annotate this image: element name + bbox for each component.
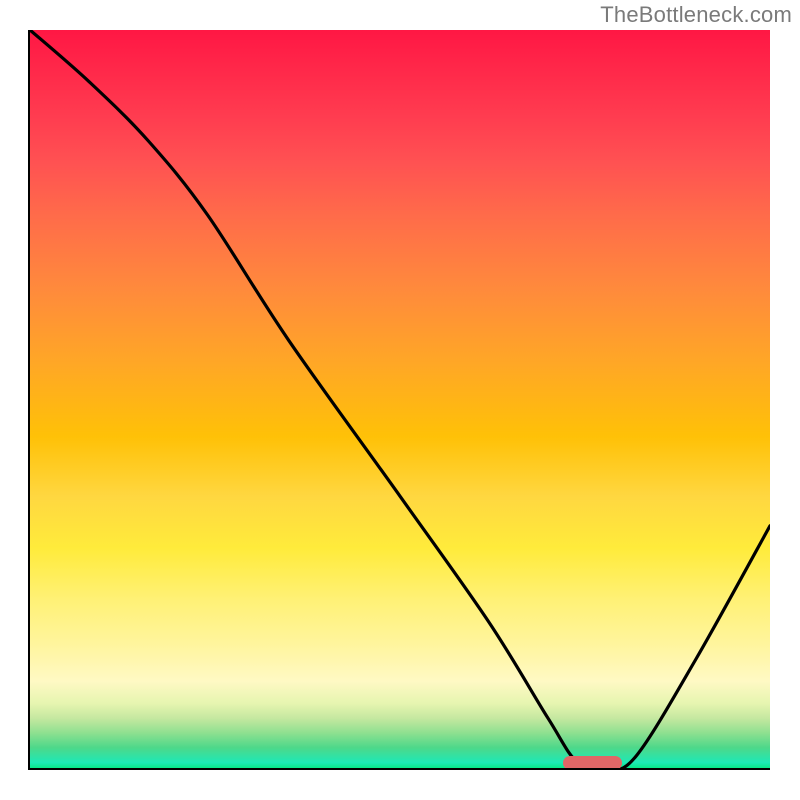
x-axis (30, 768, 770, 770)
bottleneck-curve (30, 30, 770, 770)
watermark-text: TheBottleneck.com (600, 2, 792, 28)
y-axis (28, 30, 30, 770)
bottleneck-chart: TheBottleneck.com (0, 0, 800, 800)
